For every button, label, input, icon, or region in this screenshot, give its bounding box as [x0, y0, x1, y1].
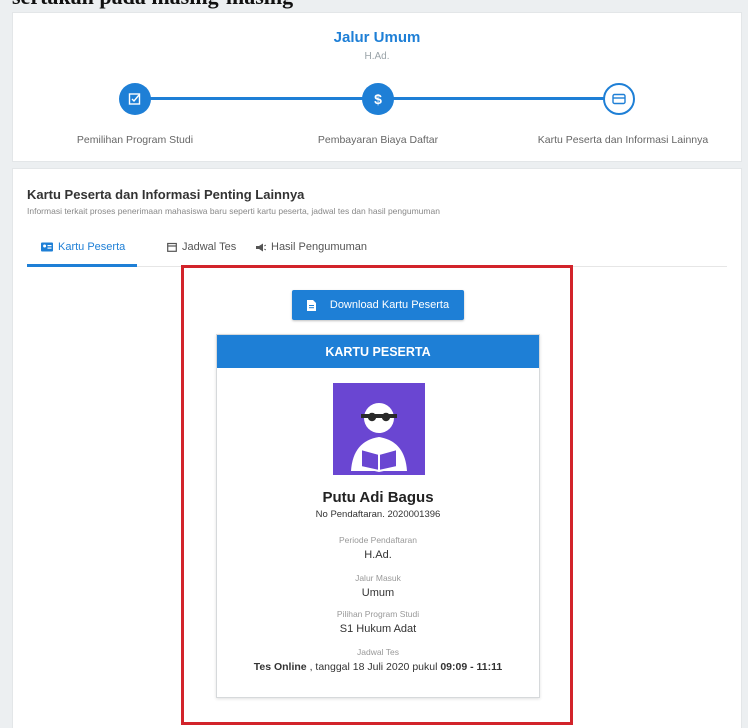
route-value: Umum — [361, 587, 395, 599]
page-caption: sertakan pada masing-masing — [12, 0, 748, 10]
schedule-date: , tanggal 18 Juli 2020 pukul — [306, 661, 441, 673]
period-value: H.Ad. — [364, 549, 392, 561]
step-1-circle[interactable] — [119, 83, 151, 115]
step-3-circle[interactable] — [603, 83, 635, 115]
schedule-time: 09:09 - 11:11 — [440, 661, 503, 673]
program-value: S1 Hukum Adat — [339, 623, 417, 635]
highlight-box: Download Kartu Peserta KARTU PESERTA Put… — [181, 265, 573, 725]
edit-icon — [128, 93, 141, 105]
participant-name: Putu Adi Bagus — [322, 489, 434, 506]
schedule-label: Jadwal Tes — [357, 647, 399, 657]
file-icon — [306, 299, 316, 311]
step-2-label: Pembayaran Biaya Daftar — [317, 134, 439, 146]
schedule-value: Tes Online , tanggal 18 Juli 2020 pukul … — [217, 661, 539, 673]
download-card-button[interactable]: Download Kartu Peserta — [292, 290, 464, 320]
card-header: KARTU PESERTA — [217, 335, 539, 368]
download-button-label: Download Kartu Peserta — [329, 299, 450, 311]
step-2-circle[interactable]: $ — [362, 83, 394, 115]
schedule-mode: Tes Online — [253, 661, 307, 673]
route-label: Jalur Masuk — [355, 573, 401, 583]
id-card-icon — [41, 242, 53, 252]
program-label: Pilihan Program Studi — [336, 609, 420, 619]
megaphone-icon — [256, 243, 266, 251]
page-subtitle: H.Ad. — [364, 51, 390, 62]
calendar-icon — [167, 242, 177, 252]
progress-panel: Jalur Umum H.Ad. Pemilihan Program Studi… — [12, 12, 742, 162]
tab-kartu-peserta[interactable]: Kartu Peserta — [41, 241, 125, 253]
dollar-icon: $ — [374, 91, 382, 107]
tab-jadwal-tes[interactable]: Jadwal Tes — [167, 241, 236, 253]
active-tab-indicator — [27, 264, 137, 267]
tab-jadwal-tes-label: Jadwal Tes — [182, 241, 237, 253]
info-panel: Kartu Peserta dan Informasi Penting Lain… — [12, 168, 742, 728]
avatar — [333, 383, 425, 475]
section-title: Kartu Peserta dan Informasi Penting Lain… — [27, 187, 305, 202]
registration-number: No Pendaftaran. 2020001396 — [315, 509, 441, 520]
tab-hasil-pengumuman[interactable]: Hasil Pengumuman — [255, 241, 367, 253]
tab-kartu-peserta-label: Kartu Peserta — [58, 241, 126, 253]
tab-bar: Kartu Peserta Jadwal Tes Hasil Pengumuma… — [27, 231, 727, 267]
reader-avatar-icon — [351, 403, 407, 473]
page-title: Jalur Umum — [333, 29, 421, 46]
period-label: Periode Pendaftaran — [339, 535, 417, 545]
section-subtitle: Informasi terkait proses penerimaan maha… — [27, 206, 440, 216]
step-1-label: Pemilihan Program Studi — [76, 134, 194, 146]
participant-card: KARTU PESERTA Putu Adi Bagus No Pendafta… — [216, 334, 540, 698]
card-icon — [612, 93, 626, 105]
step-3-label: Kartu Peserta dan Informasi Lainnya — [537, 134, 709, 146]
tab-hasil-pengumuman-label: Hasil Pengumuman — [271, 241, 367, 253]
